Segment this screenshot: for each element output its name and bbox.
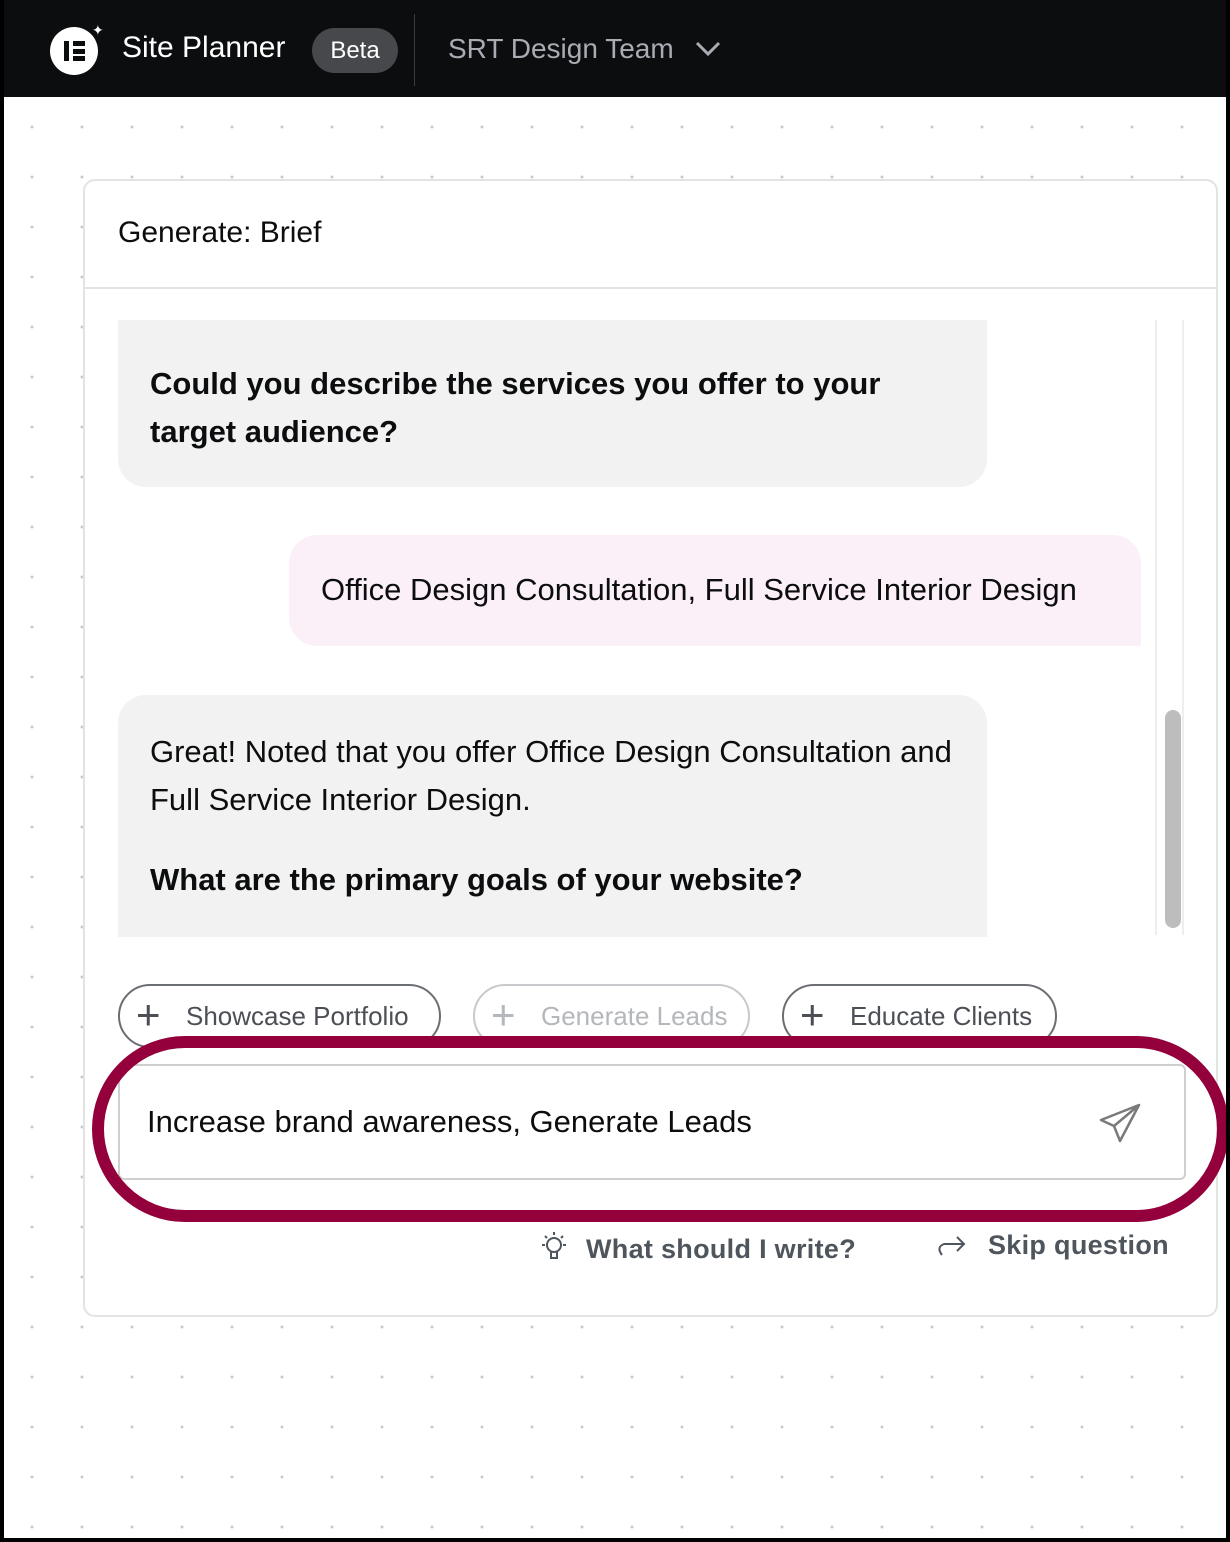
assistant-message: Great! Noted that you offer Office Desig…	[118, 695, 987, 937]
chip-label: Showcase Portfolio	[186, 1001, 409, 1031]
chat-thread[interactable]: Could you describe the services you offe…	[118, 320, 1186, 937]
chip-label: Educate Clients	[850, 1001, 1033, 1031]
help-label: What should I write?	[586, 1234, 856, 1264]
elementor-logo-icon	[50, 27, 98, 75]
panel-title: Generate: Brief	[118, 216, 322, 249]
beta-badge: Beta	[312, 28, 398, 73]
divider	[85, 287, 1216, 289]
lightbulb-icon	[542, 1232, 566, 1259]
redo-arrow-icon	[938, 1236, 966, 1256]
scrollbar-thumb[interactable]	[1165, 710, 1181, 928]
sparkle-icon: ✦	[92, 22, 104, 38]
assistant-question: Could you describe the services you offe…	[150, 366, 881, 449]
help-link[interactable]: What should I write?	[536, 1230, 856, 1265]
highlight-annotation	[92, 1036, 1226, 1222]
scrollbar[interactable]	[1155, 320, 1184, 935]
workspace-selector[interactable]: SRT Design Team	[448, 33, 674, 65]
assistant-text: Great! Noted that you offer Office Desig…	[150, 734, 952, 817]
assistant-question: What are the primary goals of your websi…	[150, 862, 803, 897]
plus-icon: +	[136, 991, 161, 1038]
skip-question-link[interactable]: Skip question	[934, 1230, 1169, 1261]
assistant-message: Could you describe the services you offe…	[118, 320, 987, 487]
app-window: ✦ Site Planner Beta SRT Design Team Gene…	[4, 0, 1226, 1538]
divider	[414, 14, 415, 86]
chip-label: Generate Leads	[541, 1001, 728, 1031]
top-bar: ✦ Site Planner Beta SRT Design Team	[4, 0, 1226, 97]
chevron-down-icon[interactable]	[694, 38, 722, 60]
user-message: Office Design Consultation, Full Service…	[289, 535, 1141, 646]
skip-label: Skip question	[988, 1230, 1169, 1260]
app-title: Site Planner	[122, 31, 286, 64]
